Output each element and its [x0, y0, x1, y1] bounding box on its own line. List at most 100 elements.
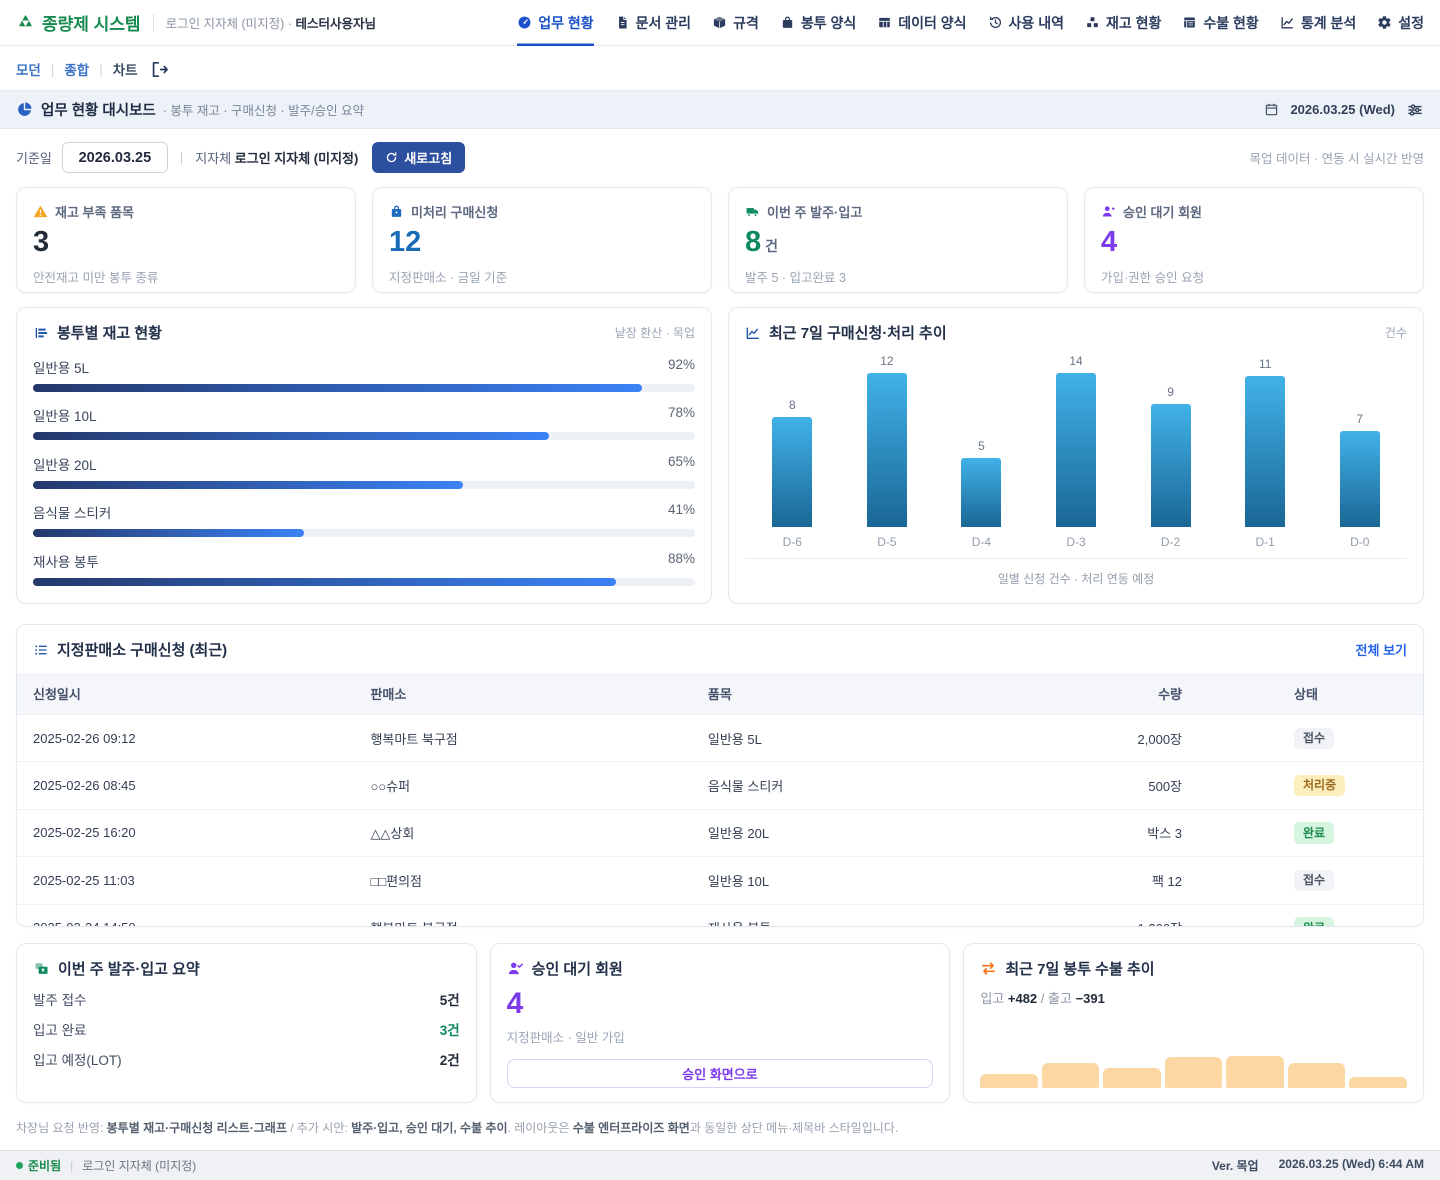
- stat-card-weekly-orders: 이번 주 발주·입고8건발주 5 · 입고완료 3: [728, 187, 1068, 293]
- stock-track: [33, 384, 695, 392]
- go-approval-button[interactable]: 승인 화면으로: [507, 1059, 934, 1088]
- cell-item: 일반용 5L: [692, 715, 1058, 762]
- cell-store: □□편의점: [354, 857, 691, 904]
- trend-column: 7: [1312, 412, 1407, 527]
- exit-button[interactable]: [150, 60, 169, 79]
- trend-value-label: 14: [1069, 354, 1082, 368]
- org-label: 지자체: [195, 151, 231, 166]
- summary-row: 발주 접수5건: [33, 989, 460, 1009]
- table-row: 2025-02-24 14:50행복마트 북구점재사용 봉투1,200장완료: [17, 904, 1423, 927]
- status-badge: 접수: [1294, 728, 1334, 749]
- status-badge: 완료: [1294, 917, 1334, 927]
- nav-item-specification[interactable]: 규격: [712, 0, 759, 46]
- status-divider: |: [70, 1159, 73, 1173]
- stock-track: [33, 432, 695, 440]
- stat-cards: 재고 부족 품목3안전재고 미만 봉투 종류미처리 구매신청12지정판매소 · …: [16, 187, 1424, 293]
- app-title: 종량제 시스템: [42, 10, 141, 35]
- refresh-button[interactable]: 새로고침: [372, 142, 465, 173]
- stock-label: 재사용 봉투: [33, 551, 99, 571]
- trend-bar: [1245, 376, 1285, 527]
- app-logo[interactable]: 종량제 시스템: [16, 10, 141, 35]
- nav-item-transfer-status[interactable]: 수불 현황: [1182, 0, 1258, 46]
- dashboard-icon: [517, 15, 532, 30]
- trend-divider: [745, 558, 1407, 559]
- trend-x-label: D-3: [1029, 535, 1124, 549]
- gear-icon: [1377, 15, 1392, 30]
- user-check-icon: [507, 960, 524, 977]
- trend-x-label: D-6: [745, 535, 840, 549]
- warning-icon: [33, 204, 48, 219]
- trend-caption: 일별 신청 건수 · 처리 연동 예정: [745, 570, 1407, 587]
- column-header: 상태: [1198, 673, 1423, 715]
- order-summary-rows: 발주 접수5건입고 완료3건입고 예정(LOT)2건: [33, 979, 460, 1069]
- status-dot-icon: [16, 1162, 23, 1169]
- trend-unit-label: 건수: [1385, 324, 1407, 341]
- titlebar-right: 2026.03.25 (Wed): [1264, 101, 1424, 119]
- stock-label: 일반용 5L: [33, 357, 89, 377]
- page-subtitle: · 봉투 재고 · 구매신청 · 발주/승인 요약: [163, 100, 364, 119]
- stock-panel-title: 봉투별 재고 현황: [57, 322, 162, 343]
- chart-icon: [1280, 15, 1295, 30]
- account-user: 테스터사용자님: [295, 17, 376, 31]
- stat-card-title: 재고 부족 품목: [55, 202, 134, 221]
- trend-column: 11: [1218, 357, 1313, 527]
- base-date-input[interactable]: [62, 142, 168, 173]
- view-link-chart[interactable]: 차트: [113, 59, 138, 79]
- nav-item-settings[interactable]: 설정: [1377, 0, 1424, 46]
- nav-item-work-status[interactable]: 업무 현황: [517, 0, 593, 46]
- trend-column: 5: [934, 439, 1029, 527]
- nav-item-data-form[interactable]: 데이터 양식: [877, 0, 966, 46]
- trend-column: 14: [1029, 354, 1124, 527]
- nav-item-usage-history[interactable]: 사용 내역: [988, 0, 1064, 46]
- cell-datetime: 2025-02-25 11:03: [17, 857, 354, 904]
- view-link-modern[interactable]: 모던: [16, 59, 41, 79]
- nav-item-bag-form[interactable]: 봉투 양식: [780, 0, 856, 46]
- page-title: 업무 현황 대시보드: [41, 99, 156, 120]
- stock-row: 음식물 스티커41%: [33, 502, 695, 537]
- cell-item: 음식물 스티커: [692, 762, 1058, 809]
- stock-bars: 일반용 5L92%일반용 10L78%일반용 20L65%음식물 스티커41%재…: [33, 357, 695, 586]
- stock-panel: 봉투별 재고 현황 낱장 환산 · 목업 일반용 5L92%일반용 10L78%…: [16, 307, 712, 604]
- table-header-row: 신청일시판매소품목수량상태: [17, 673, 1423, 715]
- account-org: 로그인 지자체 (미지정): [166, 17, 285, 31]
- stat-card-title: 이번 주 발주·입고: [767, 202, 862, 221]
- stock-row: 재사용 봉투88%: [33, 551, 695, 586]
- cell-datetime: 2025-02-26 08:45: [17, 762, 354, 809]
- dashboard-titlebar: 업무 현황 대시보드 · 봉투 재고 · 구매신청 · 발주/승인 요약 202…: [0, 90, 1440, 129]
- stat-card-pending-purchase: 미처리 구매신청12지정판매소 · 금일 기준: [372, 187, 712, 293]
- approval-desc: 지정판매소 · 일반 가입: [507, 1027, 934, 1046]
- account-separator: ·: [284, 17, 295, 31]
- column-header: 수량: [1057, 673, 1198, 715]
- nav-item-statistics[interactable]: 통계 분석: [1280, 0, 1356, 46]
- trend-panel: 최근 7일 구매신청·처리 추이 건수 8125149117 D-6D-5D-4…: [728, 307, 1424, 604]
- stock-percent: 41%: [668, 502, 695, 522]
- dashboard-content: 재고 부족 품목3안전재고 미만 봉투 종류미처리 구매신청12지정판매소 · …: [0, 185, 1440, 1150]
- stock-track: [33, 578, 695, 586]
- account-info: 로그인 지자체 (미지정) · 테스터사용자님: [166, 13, 376, 32]
- mock-data-hint: 목업 데이터 · 연동 시 실시간 반영: [1249, 148, 1424, 167]
- transfer-title: 최근 7일 봉투 수불 추이: [1005, 958, 1154, 979]
- stock-track: [33, 481, 695, 489]
- filter-divider: |: [180, 150, 183, 165]
- titlebar-date: 2026.03.25 (Wed): [1290, 102, 1395, 117]
- trend-x-label: D-4: [934, 535, 1029, 549]
- cell-qty: 2,000장: [1057, 715, 1198, 762]
- summary-value: 3건: [440, 1019, 460, 1039]
- trend-chart: 8125149117: [745, 347, 1407, 527]
- view-link-combined[interactable]: 종합: [64, 59, 89, 79]
- nav-item-inventory-status[interactable]: 재고 현황: [1085, 0, 1161, 46]
- stock-percent: 65%: [668, 454, 695, 474]
- stat-card-pending-members: 승인 대기 회원4가입·권한 승인 요청: [1084, 187, 1424, 293]
- approval-count: 4: [507, 989, 934, 1019]
- trend-column: 8: [745, 398, 840, 527]
- sliders-icon[interactable]: [1406, 101, 1424, 119]
- stock-label: 일반용 10L: [33, 405, 97, 425]
- trend-panel-title: 최근 7일 구매신청·처리 추이: [769, 322, 947, 343]
- trend-x-labels: D-6D-5D-4D-3D-2D-1D-0: [745, 535, 1407, 549]
- stat-card-desc: 발주 5 · 입고완료 3: [745, 267, 1051, 286]
- view-all-link[interactable]: 전체 보기: [1356, 640, 1407, 659]
- cell-store: ○○슈퍼: [354, 762, 691, 809]
- nav-item-document-management[interactable]: 문서 관리: [615, 0, 691, 46]
- footer-note: 차장님 요청 반영: 봉투별 재고·구매신청 리스트·그래프 / 추가 시안: …: [16, 1103, 1424, 1150]
- line-chart-icon: [745, 325, 761, 341]
